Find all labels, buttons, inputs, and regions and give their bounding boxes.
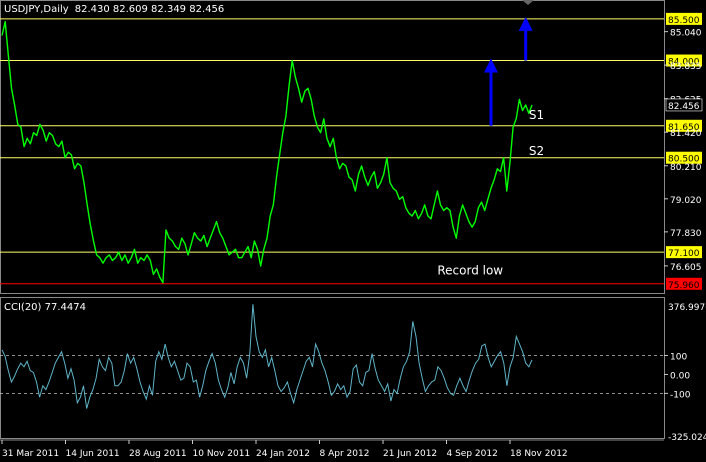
time-tick-label-3: 10 Nov 2011 (193, 449, 251, 459)
time-tick-label-2: 28 Aug 2011 (129, 449, 187, 459)
time-tick-label-8: 18 Nov 2012 (510, 449, 568, 459)
price-tick-label-5: 79.020 (670, 196, 702, 206)
time-tick-label-1: 14 Jun 2011 (66, 449, 120, 459)
time-tick-label-0: 31 Mar 2011 (2, 449, 59, 459)
price-title: USDJPY,Daily 82.430 82.609 82.349 82.456 (4, 4, 224, 15)
price-axis: 85.50084.00081.65080.50077.10075.96085.0… (664, 12, 703, 291)
level-label-5: 75.960 (668, 281, 700, 291)
price-tick-label-6: 77.830 (670, 229, 702, 239)
time-tick-label-5: 8 Apr 2012 (320, 449, 370, 459)
price-tick-label-3: 81.420 (670, 129, 702, 139)
symbol-label: USDJPY,Daily (4, 4, 69, 15)
annotation-1: S2 (529, 144, 544, 158)
current-price-label: 82.456 (668, 102, 700, 112)
time-tick-label-4: 24 Jan 2012 (256, 449, 310, 459)
cci-tick-label-2: -100 (670, 390, 691, 400)
price-tick-label-1: 83.835 (670, 62, 702, 72)
cci-tick-label-0: 100 (670, 352, 687, 362)
price-tick-label-0: 85.040 (670, 29, 702, 39)
level-label-4: 77.100 (668, 249, 700, 259)
cci-max-label: 376.9976 (668, 303, 706, 313)
level-label-0: 85.500 (668, 16, 700, 26)
time-tick-label-7: 4 Sep 2012 (447, 449, 498, 459)
price-tick-label-4: 80.210 (670, 163, 702, 173)
time-tick-label-6: 21 Jun 2012 (383, 449, 437, 459)
cci-title: CCI(20) 77.4474 (4, 302, 86, 313)
cci-tick-label-1: 0.00 (670, 371, 690, 381)
annotation-0: S1 (529, 108, 544, 122)
ohlc-values: 82.430 82.609 82.349 82.456 (75, 4, 225, 15)
price-tick-label-7: 76.605 (670, 263, 702, 273)
cci-min-label: -325.0244 (668, 433, 706, 443)
annotation-2: Record low (437, 263, 503, 277)
usdjpy-chart: S1 S2 Record low USDJPY,Daily 82.430 82.609… (0, 0, 706, 462)
chart-background (0, 0, 706, 462)
